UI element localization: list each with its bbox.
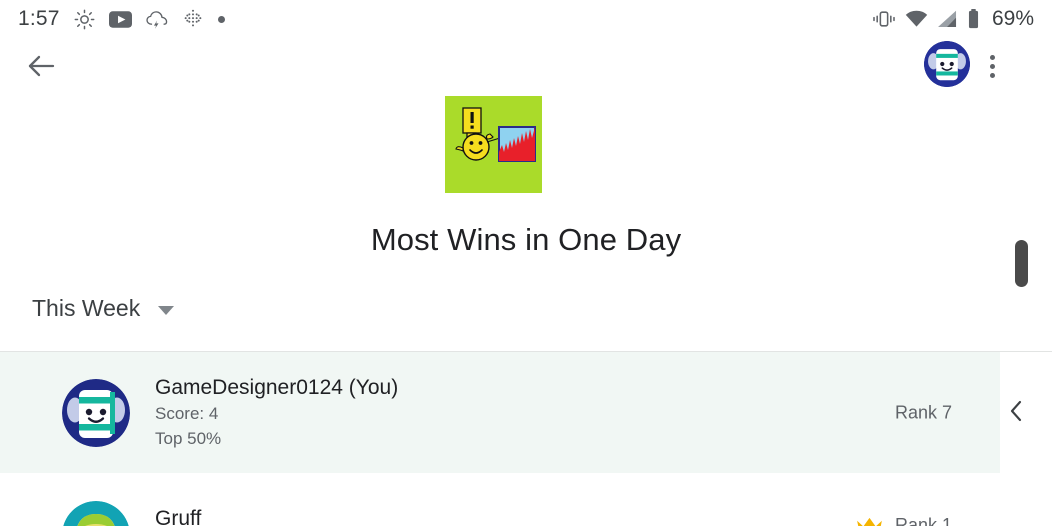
table-row[interactable]: Gruff Rank 1	[0, 473, 1000, 526]
scrollbar-thumb[interactable]	[1015, 240, 1028, 287]
cellular-signal-icon	[937, 10, 956, 28]
avatar-robot-blue	[62, 378, 130, 447]
achievement-icon	[445, 96, 542, 193]
avatar-character-teal	[63, 501, 129, 526]
more-options-button[interactable]	[972, 46, 1012, 86]
more-vertical-icon-dot-2	[989, 63, 995, 69]
notification-dot-icon	[217, 15, 225, 23]
leaderboard-screen: 1:57 69% Most Wins in One Day This Week …	[0, 0, 1052, 526]
row-info: Gruff	[155, 505, 201, 526]
status-bar-left: 1:57	[18, 7, 225, 31]
arrow-left-icon	[28, 55, 55, 77]
page-title: Most Wins in One Day	[370, 222, 682, 257]
back-gesture-indicator[interactable]	[1004, 398, 1030, 424]
chevron-left-icon	[1010, 400, 1022, 422]
profile-avatar[interactable]	[924, 41, 970, 87]
status-bar: 1:57 69%	[0, 0, 1052, 38]
rank-label: Rank 7	[894, 402, 952, 422]
youtube-icon	[108, 10, 132, 28]
more-vertical-icon-dot-3	[989, 72, 995, 78]
crown-icon	[857, 517, 882, 526]
wifi-icon	[905, 10, 928, 27]
back-button[interactable]	[22, 46, 62, 86]
battery-percentage: 69%	[991, 7, 1034, 30]
leaderboard-list: GameDesigner0124 (You) Score: 4 Top 50% …	[0, 352, 1052, 526]
table-row[interactable]: GameDesigner0124 (You) Score: 4 Top 50% …	[0, 352, 1000, 473]
player-name: GameDesigner0124 (You)	[155, 375, 399, 399]
rank-container: Rank 1	[856, 515, 952, 526]
chevron-down-icon	[158, 305, 175, 315]
row-info: GameDesigner0124 (You) Score: 4 Top 50%	[155, 374, 398, 452]
cloud-lightning-icon	[146, 10, 167, 29]
time-range-label: This Week	[32, 295, 141, 321]
avatar	[62, 501, 130, 526]
player-name: Gruff	[155, 507, 202, 526]
user-avatar-robot	[924, 41, 970, 87]
avatar	[62, 378, 130, 447]
achievement-chart-smiley-icon	[445, 96, 542, 193]
dotted-diamond-icon	[184, 9, 202, 27]
battery-icon	[968, 9, 979, 29]
rank-container: Rank 7	[895, 402, 952, 423]
status-bar-right: 69%	[872, 7, 1034, 31]
player-percentile: Top 50%	[155, 428, 222, 448]
status-bar-time: 1:57	[18, 7, 60, 30]
time-range-dropdown[interactable]: This Week	[32, 295, 175, 322]
rank-label: Rank 1	[894, 515, 952, 526]
player-score: Score: 4	[155, 404, 219, 424]
more-vertical-icon-dot-1	[989, 54, 995, 60]
vibrate-icon	[873, 11, 895, 27]
app-bar	[0, 38, 1052, 92]
brightness-icon	[74, 9, 95, 29]
